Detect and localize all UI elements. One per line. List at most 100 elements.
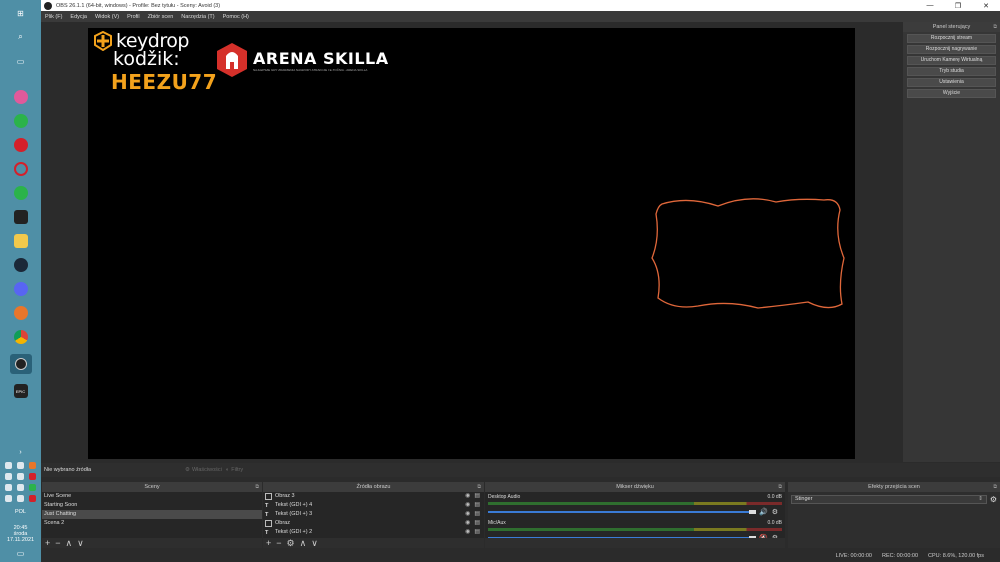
minimize-button[interactable]: — <box>916 2 944 10</box>
steam-icon[interactable] <box>13 258 28 272</box>
remove-scene-icon[interactable]: − <box>55 538 60 548</box>
volume-slider-handle[interactable] <box>749 510 756 514</box>
tray-icon[interactable] <box>28 473 36 480</box>
speaker-muted-icon[interactable]: 🔇 <box>759 534 768 538</box>
menu-profile[interactable]: Profil <box>127 14 140 20</box>
volume-slider[interactable] <box>488 537 749 538</box>
start-virtual-camera-button[interactable]: Uruchom Kamerę Wirtualną <box>907 56 996 65</box>
studio-mode-button[interactable]: Tryb studia <box>907 67 996 76</box>
lock-icon[interactable]: ▤ <box>474 510 480 519</box>
tray-icon[interactable] <box>16 473 24 480</box>
lock-icon[interactable]: ▤ <box>474 501 480 510</box>
menu-view[interactable]: Widok (V) <box>95 14 119 20</box>
source-item[interactable]: Obraz ◉ ▤ <box>263 519 484 528</box>
menu-edit[interactable]: Edycja <box>70 14 87 20</box>
speaker-icon[interactable]: 🔊 <box>759 508 768 516</box>
controls-dock: Panel sterujący ⧉ Rozpocznij stream Rozp… <box>903 22 1000 462</box>
menu-help[interactable]: Pomoc (H) <box>223 14 249 20</box>
volume-slider[interactable] <box>488 511 749 513</box>
tray-icon[interactable] <box>5 462 13 469</box>
undock-icon[interactable]: ⧉ <box>993 22 997 32</box>
undock-icon[interactable]: ⧉ <box>477 482 481 492</box>
scene-item[interactable]: Just Chatting <box>42 510 262 519</box>
visibility-eye-icon[interactable]: ◉ <box>465 510 470 519</box>
app-icon-pink[interactable] <box>13 90 28 104</box>
chrome-icon[interactable] <box>13 330 28 344</box>
tray-icon[interactable] <box>5 495 13 502</box>
channel-db: 0.0 dB <box>767 494 782 500</box>
volume-slider-handle[interactable] <box>749 536 756 538</box>
remove-source-icon[interactable]: − <box>276 538 281 548</box>
visibility-eye-icon[interactable]: ◉ <box>465 528 470 537</box>
tray-icon[interactable] <box>28 462 36 469</box>
menu-scene-collection[interactable]: Zbiór scen <box>148 14 174 20</box>
tray-icon[interactable] <box>16 495 24 502</box>
undock-icon[interactable]: ⧉ <box>255 482 259 492</box>
lock-icon[interactable]: ▤ <box>474 492 480 501</box>
preview-canvas[interactable]: keydrop kodžik: HEEZU77 ARENA SKILLA NAJ… <box>88 28 855 459</box>
app-icon-green[interactable] <box>13 186 28 200</box>
properties-button[interactable]: ⚙ Właściwości <box>185 467 222 473</box>
app-icon-dark[interactable] <box>13 210 28 224</box>
move-up-icon[interactable]: ∧ <box>300 538 307 549</box>
opera-icon[interactable] <box>13 138 28 152</box>
source-item[interactable]: T Tekst (GDI +) 4 ◉ ▤ <box>263 501 484 510</box>
scene-item[interactable]: Starting Soon <box>42 501 262 510</box>
add-source-icon[interactable]: + <box>266 538 271 548</box>
visibility-eye-icon[interactable]: ◉ <box>465 501 470 510</box>
gear-icon[interactable]: ⚙ <box>772 534 778 538</box>
transition-select[interactable]: Stinger ⇕ <box>791 495 987 504</box>
source-item[interactable]: T Tekst (GDI +) 3 ◉ ▤ <box>263 510 484 519</box>
lock-icon[interactable]: ▤ <box>474 519 480 528</box>
arena-skilla-title: ARENA SKILLA <box>253 48 389 68</box>
source-properties-gear-icon[interactable]: ⚙ <box>287 538 295 549</box>
discord-icon[interactable] <box>13 282 28 296</box>
search-icon[interactable]: ⌕ <box>14 30 28 44</box>
clock-date[interactable]: 17.11.2021 <box>0 537 41 543</box>
settings-button[interactable]: Ustawienia <box>907 78 996 87</box>
app-icon-orange[interactable] <box>13 306 28 320</box>
gear-icon[interactable]: ⚙ <box>772 508 778 516</box>
task-view-icon[interactable]: ▭ <box>14 54 28 68</box>
maximize-button[interactable]: ❐ <box>944 2 972 10</box>
source-item[interactable]: T Tekst (GDI +) 2 ◉ ▤ <box>263 528 484 537</box>
source-item[interactable]: Obraz 3 ◉ ▤ <box>263 492 484 501</box>
move-up-icon[interactable]: ∧ <box>66 538 73 549</box>
tray-icon[interactable] <box>28 484 36 491</box>
move-down-icon[interactable]: ∨ <box>77 538 84 549</box>
status-bar: LIVE: 00:00:00 REC: 00:00:00 CPU: 8.6%, … <box>41 550 1000 562</box>
tray-chevron-icon[interactable]: › <box>0 449 41 456</box>
add-scene-icon[interactable]: + <box>45 538 50 548</box>
undock-icon[interactable]: ⧉ <box>778 482 782 492</box>
exit-button[interactable]: Wyjście <box>907 89 996 98</box>
tray-icon[interactable] <box>5 473 13 480</box>
menu-tools[interactable]: Narzędzia (T) <box>181 14 214 20</box>
tray-icon[interactable] <box>28 495 36 502</box>
scenes-dock-title: Sceny ⧉ <box>42 482 262 492</box>
menu-file[interactable]: Plik (F) <box>45 14 62 20</box>
move-down-icon[interactable]: ∨ <box>311 538 318 549</box>
notifications-icon[interactable]: ▭ <box>0 549 41 558</box>
scene-item[interactable]: Live Scene <box>42 492 262 501</box>
lock-icon[interactable]: ▤ <box>474 528 480 537</box>
visibility-eye-icon[interactable]: ◉ <box>465 519 470 528</box>
visibility-eye-icon[interactable]: ◉ <box>465 492 470 501</box>
epic-games-icon[interactable]: EPIC <box>13 384 28 398</box>
folder-icon[interactable] <box>13 234 28 248</box>
obs-icon[interactable] <box>9 354 32 374</box>
start-recording-button[interactable]: Rozpocznij nagrywanie <box>907 45 996 54</box>
windows-start-icon[interactable]: ⊞ <box>14 6 28 20</box>
close-button[interactable]: ✕ <box>972 2 1000 10</box>
source-item-label: Tekst (GDI +) 3 <box>275 511 313 517</box>
network-icon[interactable] <box>16 484 24 491</box>
transition-settings-gear-icon[interactable]: ⚙ <box>990 495 997 504</box>
undock-icon[interactable]: ⧉ <box>993 482 997 492</box>
volume-icon[interactable] <box>5 484 13 491</box>
telegram-icon[interactable] <box>13 114 28 128</box>
scene-item[interactable]: Scena 2 <box>42 519 262 528</box>
opera-gx-icon[interactable] <box>13 162 28 176</box>
tray-icon[interactable] <box>16 462 24 469</box>
input-language[interactable]: POL <box>0 509 41 515</box>
filters-button[interactable]: ◐ Filtry <box>226 467 243 473</box>
start-streaming-button[interactable]: Rozpocznij stream <box>907 34 996 43</box>
